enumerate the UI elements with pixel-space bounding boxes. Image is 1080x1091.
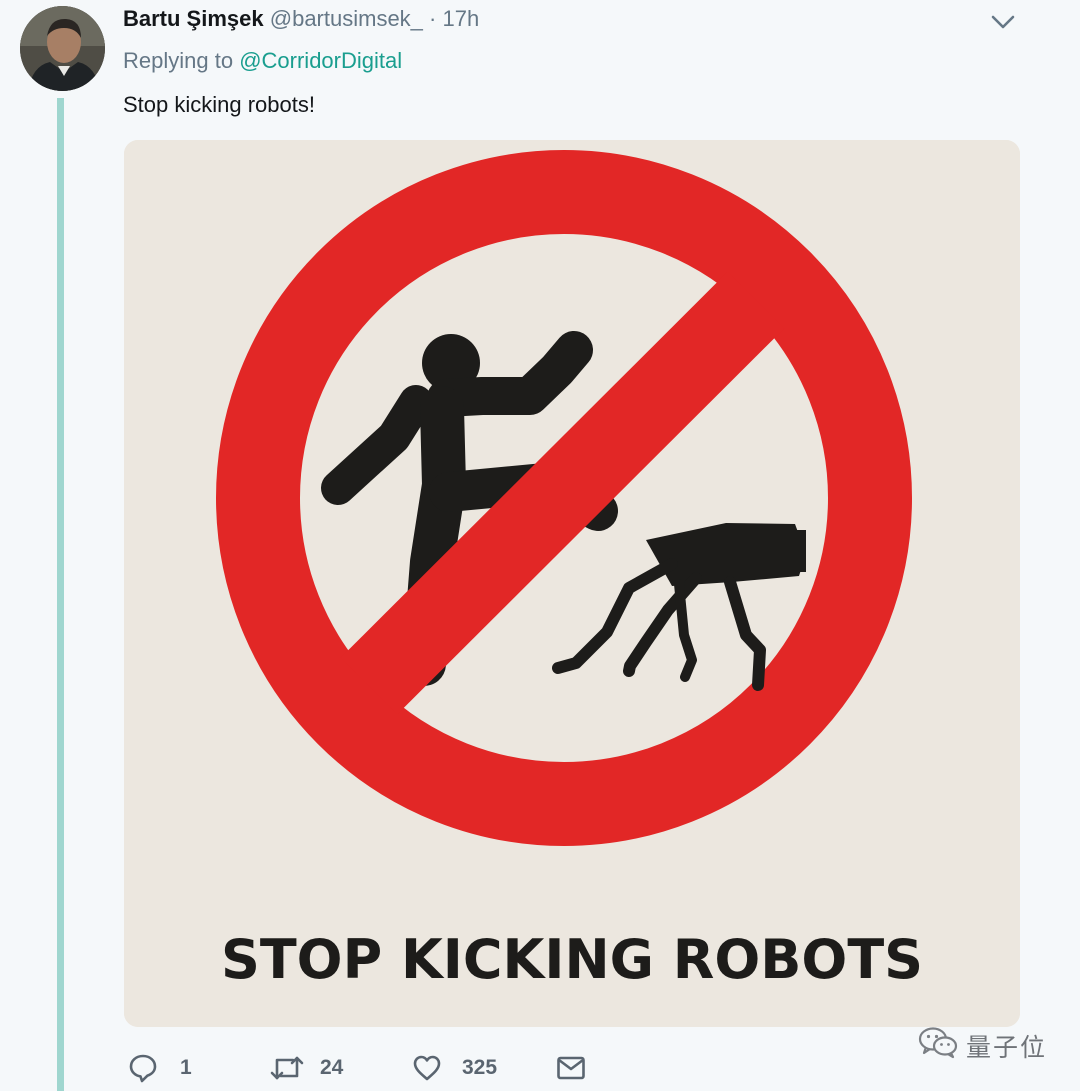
watermark-text: 量子位 xyxy=(966,1033,1048,1062)
tweet-header: Bartu Şimşek @bartusimsek_ · 17h xyxy=(123,5,479,33)
like-count: 325 xyxy=(462,1056,498,1079)
thread-line xyxy=(57,98,64,1091)
avatar[interactable] xyxy=(20,6,105,91)
replying-to: Replying to @CorridorDigital xyxy=(123,47,402,75)
reply-icon xyxy=(128,1053,158,1083)
replying-to-label: Replying to xyxy=(123,48,234,73)
retweet-icon xyxy=(270,1053,304,1083)
timestamp[interactable]: 17h xyxy=(443,6,480,31)
like-button[interactable]: 325 xyxy=(412,1050,497,1086)
separator-dot: · xyxy=(429,6,437,31)
retweet-count: 24 xyxy=(320,1056,344,1079)
watermark: 量子位 xyxy=(918,1026,1047,1065)
tweet: Bartu Şimşek @bartusimsek_ · 17h Replyin… xyxy=(0,0,1080,1091)
wechat-icon xyxy=(918,1026,958,1065)
retweet-button[interactable]: 24 xyxy=(270,1050,343,1086)
sign-caption: STOP KICKING ROBOTS xyxy=(221,928,923,991)
reply-button[interactable]: 1 xyxy=(128,1050,192,1086)
envelope-icon xyxy=(556,1053,586,1083)
tweet-media-image[interactable]: STOP KICKING ROBOTS xyxy=(124,140,1020,1027)
heart-icon xyxy=(412,1053,442,1083)
direct-message-button[interactable] xyxy=(556,1050,586,1086)
user-handle[interactable]: @bartusimsek_ xyxy=(270,6,423,31)
mention-link[interactable]: @CorridorDigital xyxy=(239,48,402,73)
tweet-text: Stop kicking robots! xyxy=(123,92,315,117)
display-name[interactable]: Bartu Şimşek xyxy=(123,6,264,31)
no-kicking-sign: STOP KICKING ROBOTS xyxy=(124,140,1020,1027)
chevron-down-icon[interactable] xyxy=(990,12,1016,32)
reply-count: 1 xyxy=(180,1056,192,1079)
